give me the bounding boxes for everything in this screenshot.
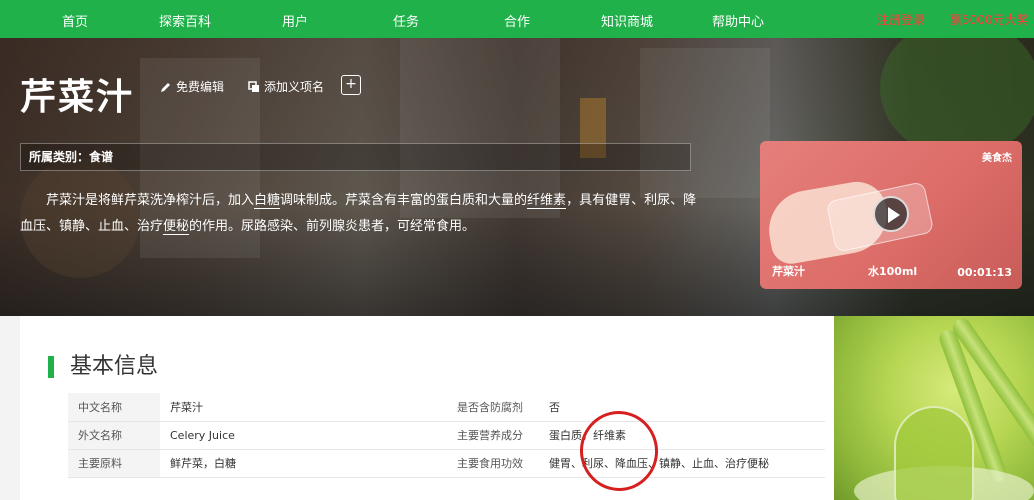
top-nav: 首页 探索百科 用户 任务 合作 知识商城 帮助中心 注册登录 赢5000元大奖: [0, 0, 1034, 38]
celery-juice-image: [834, 316, 1034, 500]
info-key: 中文名称: [68, 393, 160, 422]
nav-item-users[interactable]: 用户: [282, 11, 308, 30]
video-caption-step: 水100ml: [868, 265, 918, 278]
play-icon[interactable]: [873, 196, 909, 232]
table-row: 主要原料 鲜芹菜，白糖 主要食用功效 健胃、利尿、降血压、镇静、止血、治疗便秘: [68, 449, 825, 478]
nav-register-login[interactable]: 注册登录: [877, 11, 925, 28]
video-duration: 00:01:13: [957, 266, 1012, 279]
juice-glass: [894, 406, 974, 500]
basic-info-table: 中文名称 芹菜汁 是否含防腐剂 否 外文名称 Celery Juice 主要营养…: [68, 393, 825, 478]
info-value: 鲜芹菜，白糖: [160, 449, 447, 478]
content-panel: 基本信息 中文名称 芹菜汁 是否含防腐剂 否 外文名称 Celery Juice…: [20, 316, 834, 500]
info-value: 否: [539, 393, 825, 422]
link-sugar[interactable]: 白糖: [254, 193, 281, 209]
link-constipation[interactable]: 便秘: [163, 219, 190, 235]
nav-item-tasks[interactable]: 任务: [393, 11, 419, 30]
add-meaning-button[interactable]: 添加义项名: [248, 78, 324, 95]
info-key: 主要原料: [68, 449, 160, 478]
pencil-icon: [161, 82, 170, 92]
link-fiber[interactable]: 纤维素: [527, 193, 567, 209]
entry-summary: 芹菜汁是将鲜芹菜洗净榨汁后，加入白糖调味制成。芹菜含有丰富的蛋白质和大量的纤维素…: [20, 188, 700, 240]
background-building: [640, 48, 770, 198]
video-caption-name: 芹菜汁: [772, 265, 805, 278]
info-value: 蛋白质，纤维素: [539, 421, 825, 450]
page-title: 芹菜汁: [20, 77, 135, 118]
category-bar: 所属类别：食谱: [20, 143, 691, 171]
nav-prize-link[interactable]: 赢5000元大奖: [950, 11, 1029, 28]
info-key: 是否含防腐剂: [447, 393, 539, 422]
nav-item-help[interactable]: 帮助中心: [712, 11, 764, 30]
plus-button[interactable]: +: [341, 75, 361, 95]
background-tree: [880, 38, 1034, 158]
nav-item-cooperate[interactable]: 合作: [504, 11, 530, 30]
copy-icon: [248, 80, 259, 92]
add-meaning-button-label: 添加义项名: [264, 80, 325, 94]
hero-banner: 芹菜汁 免费编辑 添加义项名 + 所属类别：食谱 芹菜汁是将鲜芹菜洗净榨汁后，加…: [0, 38, 1034, 316]
plus-icon: +: [345, 76, 357, 92]
info-key: 主要食用功效: [447, 449, 539, 478]
info-value: 芹菜汁: [160, 393, 447, 422]
summary-text: 调味制成。芹菜含有丰富的蛋白质和大量的: [280, 193, 528, 208]
info-value: 健胃、利尿、降血压、镇静、止血、治疗便秘: [539, 449, 825, 478]
summary-text: 的作用。尿路感染、前列腺炎患者，可经常食用。: [189, 219, 476, 234]
video-card[interactable]: 美食杰 芹菜汁 水100ml 00:01:13: [760, 141, 1022, 289]
edit-button[interactable]: 免费编辑: [160, 78, 224, 95]
table-row: 中文名称 芹菜汁 是否含防腐剂 否: [68, 393, 825, 422]
summary-text: 芹菜汁是将鲜芹菜洗净榨汁后，加入: [46, 193, 255, 208]
info-key: 外文名称: [68, 421, 160, 450]
info-value: Celery Juice: [160, 421, 447, 450]
table-row: 外文名称 Celery Juice 主要营养成分 蛋白质，纤维素: [68, 421, 825, 450]
nav-item-store[interactable]: 知识商城: [601, 11, 653, 30]
nav-item-explore[interactable]: 探索百科: [159, 11, 211, 30]
info-key: 主要营养成分: [447, 421, 539, 450]
nav-item-home[interactable]: 首页: [62, 11, 88, 30]
section-heading-basic-info: 基本信息: [48, 356, 158, 378]
video-logo: 美食杰: [982, 153, 1012, 164]
edit-button-label: 免费编辑: [176, 80, 225, 94]
